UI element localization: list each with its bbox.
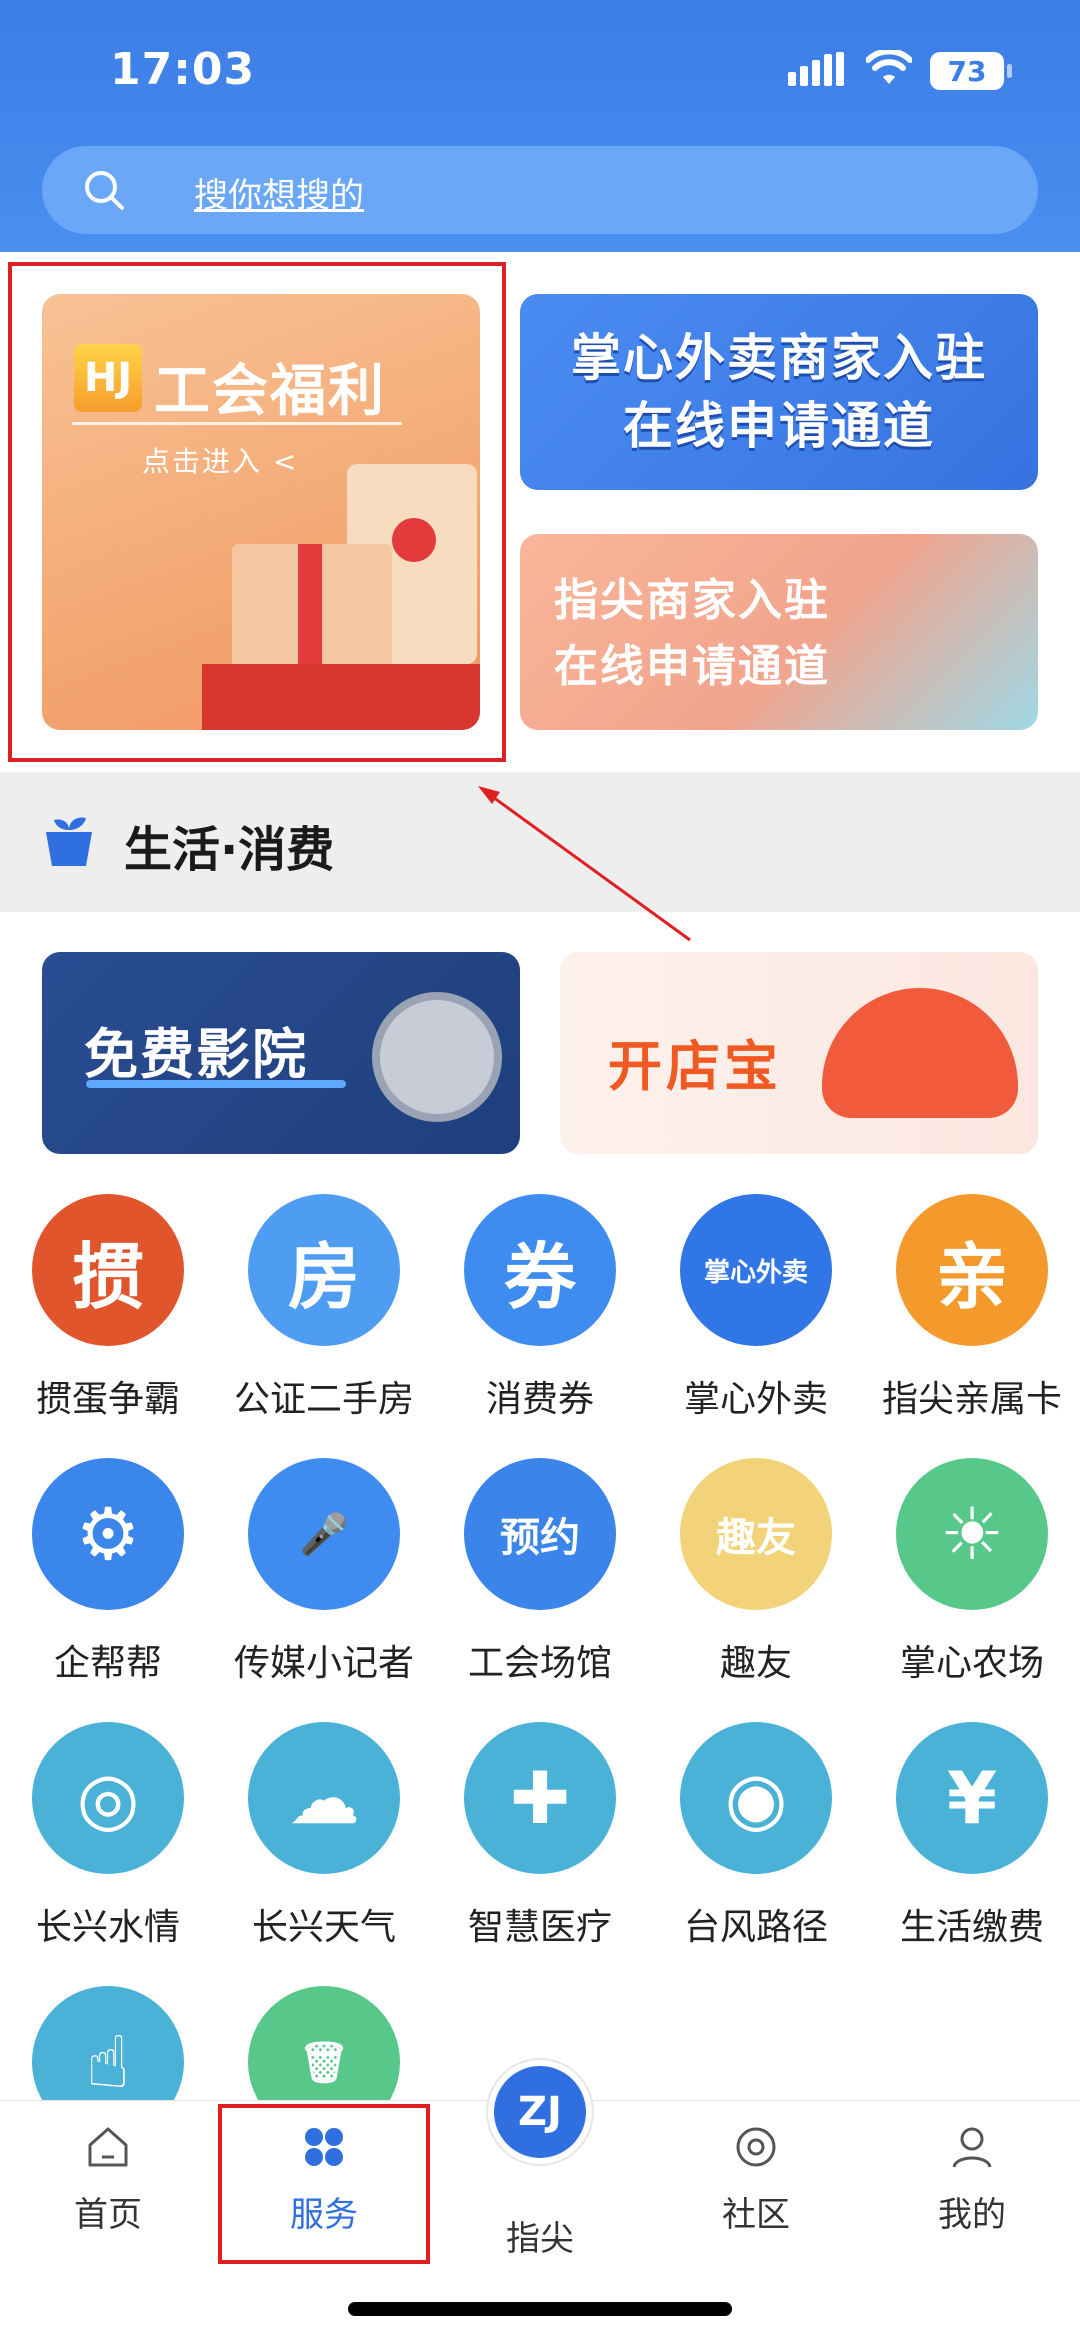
profile-icon: [952, 2127, 992, 2168]
shop-icon: [822, 988, 1018, 1118]
search-icon: [85, 171, 124, 210]
zhijian-logo-icon[interactable]: ZJ: [488, 2060, 592, 2164]
tab-community-label: 社区: [722, 2195, 790, 2235]
grid-item-label: 掌心农场: [899, 1643, 1044, 1684]
grid-item-icon: 预约: [464, 1458, 616, 1610]
home-icon: [88, 2127, 128, 2167]
waimai-banner-line1: 掌心外卖商家入驻: [571, 329, 987, 387]
battery-icon: 73: [930, 52, 1012, 90]
grid-item[interactable]: 亲指尖亲属卡: [864, 1194, 1080, 1422]
tab-community[interactable]: 社区: [648, 2121, 864, 2236]
section-header: 生活·消费: [0, 772, 1080, 912]
grid-item[interactable]: 预约 工会场馆: [432, 1458, 648, 1686]
plant-pot-icon: [46, 817, 92, 866]
tab-home[interactable]: 首页: [0, 2121, 216, 2236]
waimai-banner-line2: 在线申请通道: [623, 397, 935, 455]
grid-item-label: 智慧医疗: [467, 1907, 612, 1948]
cinema-underline: [86, 1080, 346, 1088]
cinema-reel-icon: [372, 992, 502, 1122]
tab-mine-label: 我的: [938, 2195, 1006, 2235]
grid-item[interactable]: 券消费券: [432, 1194, 648, 1422]
grid-item-label: 传媒小记者: [233, 1643, 414, 1684]
grid-item-label: 台风路径: [683, 1907, 828, 1948]
grid-item-icon: 掌心外卖: [680, 1194, 832, 1346]
shop-treasure-banner[interactable]: 开店宝: [560, 952, 1038, 1154]
grid-item-label: 企帮帮: [53, 1643, 162, 1684]
grid-item-label: 趣友: [719, 1643, 792, 1684]
waimai-merchant-banner[interactable]: 掌心外卖商家入驻 在线申请通道: [520, 294, 1038, 490]
grid-item-icon: 券: [464, 1194, 616, 1346]
grid-item[interactable]: ◉ 台风路径: [648, 1722, 864, 1950]
tab-zhijian-label: 指尖: [506, 2219, 574, 2259]
grid-item-label: 掼蛋争霸: [35, 1379, 180, 1420]
grid-item[interactable]: 房公证二手房: [216, 1194, 432, 1422]
tab-mine[interactable]: 我的: [864, 2121, 1080, 2236]
grid-item-icon: 🎤: [248, 1458, 400, 1610]
grid-item-label: 长兴天气: [251, 1907, 396, 1948]
grid-item-icon: ⚙: [32, 1458, 184, 1610]
grid-item[interactable]: 🎤 传媒小记者: [216, 1458, 432, 1686]
free-cinema-banner[interactable]: 免费影院: [42, 952, 520, 1154]
zhijian-banner-line2: 在线申请通道: [554, 641, 830, 692]
grid-item[interactable]: 趣友 趣友: [648, 1458, 864, 1686]
grid-item-icon: ◎: [32, 1722, 184, 1874]
grid-item-label: 公证二手房: [233, 1379, 414, 1420]
grid-item-label: 指尖亲属卡: [881, 1379, 1062, 1420]
grid-item-icon: 亲: [896, 1194, 1048, 1346]
zhijian-merchant-banner[interactable]: 指尖商家入驻 在线申请通道: [520, 534, 1038, 730]
grid-item-label: 工会场馆: [467, 1643, 612, 1684]
home-indicator: [348, 2302, 732, 2316]
grid-item[interactable]: ◎ 长兴水情: [0, 1722, 216, 1950]
grid-item-icon: ¥: [896, 1722, 1048, 1874]
grid-item-icon: ✚: [464, 1722, 616, 1874]
grid-item[interactable]: 掼掼蛋争霸: [0, 1194, 216, 1422]
grid-item[interactable]: ¥ 生活缴费: [864, 1722, 1080, 1950]
grid-item[interactable]: 掌心外卖 掌心外卖: [648, 1194, 864, 1422]
grid-item-icon: 趣友: [680, 1458, 832, 1610]
status-time: 17:03: [110, 44, 256, 95]
grid-item[interactable]: ✚ 智慧医疗: [432, 1722, 648, 1950]
grid-item-label: 掌心外卖: [683, 1379, 828, 1420]
tab-home-label: 首页: [74, 2195, 142, 2235]
highlight-box-service-tab: [218, 2104, 430, 2264]
tab-zhijian[interactable]: 指尖: [432, 2201, 648, 2260]
wifi-icon: [866, 50, 912, 84]
community-icon: [736, 2127, 776, 2167]
header: 17:03 73 搜你想搜的: [0, 0, 1080, 252]
shop-banner-title: 开店宝: [608, 1035, 782, 1098]
cinema-banner-title: 免费影院: [84, 1023, 308, 1086]
zhijian-banner-line1: 指尖商家入驻: [554, 575, 830, 626]
grid-item[interactable]: ⚙ 企帮帮: [0, 1458, 216, 1686]
search-placeholder: 搜你想搜的: [194, 176, 364, 216]
signal-icon: [788, 52, 844, 86]
grid-item-icon: ☁: [248, 1722, 400, 1874]
grid-item-icon: ☀: [896, 1458, 1048, 1610]
highlight-box-union: [8, 262, 506, 762]
grid-item-icon: ◉: [680, 1722, 832, 1874]
search-bar[interactable]: 搜你想搜的: [42, 146, 1038, 234]
grid-item-label: 长兴水情: [35, 1907, 180, 1948]
section-title: 生活·消费: [124, 822, 335, 878]
grid-item-icon: 房: [248, 1194, 400, 1346]
grid-item[interactable]: ☁ 长兴天气: [216, 1722, 432, 1950]
grid-item-icon: 掼: [32, 1194, 184, 1346]
grid-item-label: 生活缴费: [899, 1907, 1044, 1948]
grid-item[interactable]: ☀ 掌心农场: [864, 1458, 1080, 1686]
grid-item-label: 消费券: [485, 1379, 594, 1420]
